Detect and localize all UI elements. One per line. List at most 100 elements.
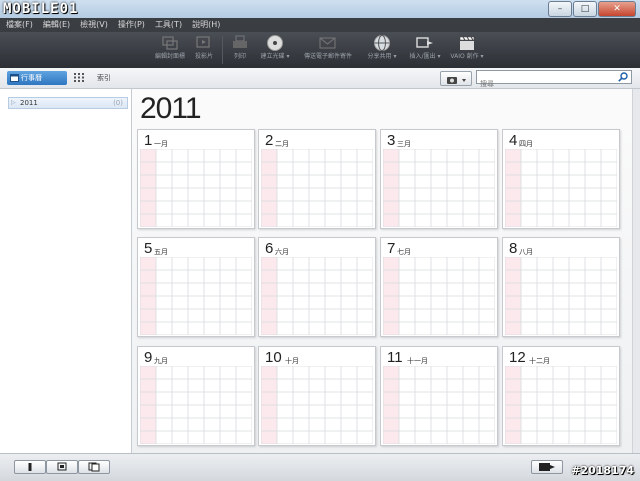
sidebar-item-2011[interactable]: ▷ 2011 (0) bbox=[8, 97, 128, 109]
menu-help[interactable]: 說明(H) bbox=[192, 18, 220, 32]
month-day-grid bbox=[505, 257, 617, 335]
slideshow-icon bbox=[194, 34, 214, 52]
menu-bar: 檔案(F) 編輯(E) 檢視(V) 操作(P) 工具(T) 說明(H) bbox=[0, 18, 640, 32]
watermark: #2018174 bbox=[571, 464, 634, 477]
month-card[interactable]: 10 十月 bbox=[258, 346, 376, 446]
sidebar-item-label: 2011 bbox=[20, 99, 38, 107]
close-button[interactable]: ✕ bbox=[598, 1, 636, 17]
month-number: 8 bbox=[509, 240, 518, 257]
export-icon bbox=[539, 463, 555, 471]
camera-icon bbox=[447, 77, 466, 84]
share-button[interactable]: 分享共用 ▾ bbox=[358, 34, 406, 62]
month-name: 二月 bbox=[275, 140, 289, 148]
grid-view-icon[interactable] bbox=[74, 73, 84, 82]
view-nav: 行事曆 索引 bbox=[0, 68, 640, 90]
sidebar-item-count: (0) bbox=[113, 99, 123, 107]
month-card[interactable]: 1 一月 bbox=[137, 129, 255, 229]
month-name: 五月 bbox=[154, 248, 168, 256]
month-number: 12 bbox=[509, 349, 526, 366]
month-name: 十月 bbox=[285, 357, 299, 365]
clapper-icon bbox=[457, 34, 477, 52]
search-icon[interactable] bbox=[618, 72, 628, 82]
tool-label: 插入/匯出 ▾ bbox=[409, 53, 441, 60]
month-card[interactable]: 5 五月 bbox=[137, 237, 255, 337]
tool-label: VAIO 創作 ▾ bbox=[450, 53, 484, 60]
month-day-grid bbox=[505, 366, 617, 444]
month-number: 4 bbox=[509, 132, 518, 149]
edit-cover-icon bbox=[160, 34, 180, 52]
maximize-button[interactable]: □ bbox=[573, 1, 597, 17]
month-day-grid bbox=[383, 257, 495, 335]
month-day-grid bbox=[261, 366, 373, 444]
status-bar: #2018174 bbox=[0, 453, 640, 481]
calendar-icon bbox=[10, 74, 19, 82]
month-name: 四月 bbox=[519, 140, 533, 148]
month-number: 7 bbox=[387, 240, 396, 257]
month-day-grid bbox=[261, 257, 373, 335]
menu-edit[interactable]: 編輯(E) bbox=[43, 18, 70, 32]
menu-tools[interactable]: 工具(T) bbox=[155, 18, 182, 32]
search-field[interactable] bbox=[476, 70, 632, 90]
month-name: 十一月 bbox=[407, 357, 428, 365]
print-icon bbox=[230, 34, 250, 52]
app-logo: MOBILE01 bbox=[3, 1, 79, 17]
month-card[interactable]: 9 九月 bbox=[137, 346, 255, 446]
month-card[interactable]: 7 七月 bbox=[380, 237, 498, 337]
month-name: 六月 bbox=[275, 248, 289, 256]
menu-view[interactable]: 檢視(V) bbox=[80, 18, 108, 32]
info-button[interactable] bbox=[14, 460, 46, 474]
tab-calendar-label: 行事曆 bbox=[21, 74, 42, 82]
vertical-scrollbar[interactable] bbox=[632, 89, 640, 453]
tool-label: 傳送電子郵件寄件 bbox=[304, 53, 353, 60]
menu-operation[interactable]: 操作(P) bbox=[118, 18, 145, 32]
month-card[interactable]: 12 十二月 bbox=[502, 346, 620, 446]
photo-view-button[interactable] bbox=[78, 460, 110, 474]
import-export-button[interactable]: 插入/匯出 ▾ bbox=[401, 34, 449, 62]
month-day-grid bbox=[140, 149, 252, 227]
tab-index[interactable]: 索引 bbox=[97, 71, 111, 85]
mail-icon bbox=[318, 34, 338, 52]
month-name: 一月 bbox=[154, 140, 168, 148]
month-card[interactable]: 8 八月 bbox=[502, 237, 620, 337]
create-disc-button[interactable]: 建立光碟 ▾ bbox=[251, 34, 299, 62]
month-name: 十二月 bbox=[529, 357, 550, 365]
month-number: 2 bbox=[265, 132, 274, 149]
month-day-grid bbox=[383, 366, 495, 444]
menu-file[interactable]: 檔案(F) bbox=[6, 18, 33, 32]
tab-calendar[interactable]: 行事曆 bbox=[7, 71, 67, 85]
month-day-grid bbox=[383, 149, 495, 227]
month-day-grid bbox=[140, 366, 252, 444]
toolbar: 編輯封面標 投影片 列印 建立光碟 ▾ 傳送電子郵件寄件 分享共用 ▾ 插入/匯… bbox=[0, 32, 640, 68]
disc-icon bbox=[265, 34, 285, 52]
month-card[interactable]: 2 二月 bbox=[258, 129, 376, 229]
export-icon bbox=[415, 34, 435, 52]
month-card[interactable]: 4 四月 bbox=[502, 129, 620, 229]
display-button[interactable] bbox=[46, 460, 78, 474]
vaio-create-button[interactable]: VAIO 創作 ▾ bbox=[443, 34, 491, 62]
month-number: 11 bbox=[387, 349, 403, 366]
month-name: 九月 bbox=[154, 357, 168, 365]
minimize-button[interactable]: – bbox=[548, 1, 572, 17]
import-camera-button[interactable] bbox=[440, 71, 472, 86]
send-email-button[interactable]: 傳送電子郵件寄件 bbox=[304, 34, 352, 62]
month-day-grid bbox=[140, 257, 252, 335]
tool-label: 建立光碟 ▾ bbox=[260, 53, 290, 60]
month-day-grid bbox=[261, 149, 373, 227]
monitor-icon bbox=[57, 462, 67, 471]
tool-label: 分享共用 ▾ bbox=[367, 53, 397, 60]
month-card[interactable]: 11 十一月 bbox=[380, 346, 498, 446]
month-name: 八月 bbox=[519, 248, 533, 256]
export-view-button[interactable] bbox=[531, 460, 563, 474]
photo-icon bbox=[88, 462, 100, 472]
expand-arrow-icon[interactable]: ▷ bbox=[11, 98, 16, 108]
sidebar: ▷ 2011 (0) bbox=[0, 89, 132, 453]
app-window: MOBILE01 – □ ✕ 檔案(F) 編輯(E) 檢視(V) 操作(P) 工… bbox=[0, 0, 640, 481]
window-controls: – □ ✕ bbox=[547, 1, 636, 17]
month-number: 9 bbox=[144, 349, 153, 366]
month-card[interactable]: 3 三月 bbox=[380, 129, 498, 229]
year-title: 2011 bbox=[140, 92, 202, 125]
month-card[interactable]: 6 六月 bbox=[258, 237, 376, 337]
month-day-grid bbox=[505, 149, 617, 227]
title-bar: MOBILE01 – □ ✕ bbox=[0, 0, 640, 18]
month-number: 1 bbox=[144, 132, 153, 149]
